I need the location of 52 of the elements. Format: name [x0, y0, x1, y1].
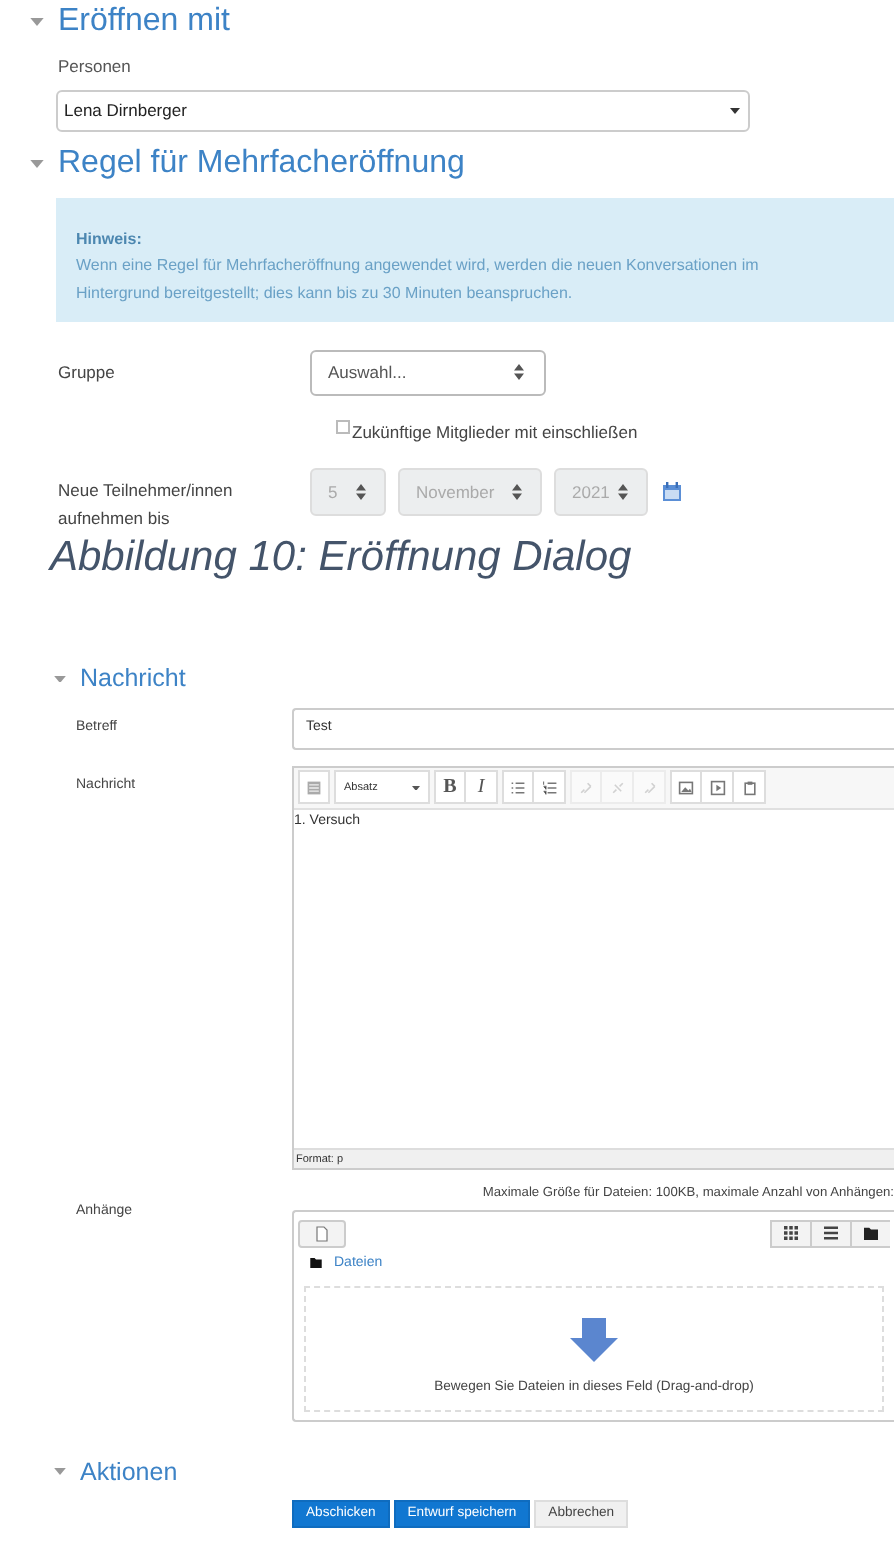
checkbox[interactable]	[336, 419, 350, 434]
link-icon	[641, 779, 657, 796]
figure-caption: Abbildung 10: Eröffnung Dialog	[46, 536, 634, 579]
link-icon	[578, 779, 594, 796]
toolbar-button[interactable]	[502, 770, 534, 805]
calendar-icon[interactable]	[662, 482, 682, 503]
folder-icon	[310, 1258, 322, 1269]
toolbar-button[interactable]	[298, 770, 330, 805]
person-select[interactable]: Lena Dirnberger	[56, 89, 750, 131]
collapse-icon[interactable]	[30, 18, 44, 26]
collapse-icon[interactable]	[54, 1468, 66, 1476]
notice-title: Hinweis:	[76, 227, 144, 251]
collapse-icon[interactable]	[54, 675, 66, 683]
file-icon	[316, 1225, 328, 1242]
toolbar-button[interactable]	[670, 770, 702, 805]
clipboard-icon	[741, 779, 757, 796]
numbered-list-icon	[541, 779, 557, 796]
list-view-button[interactable]	[810, 1219, 850, 1248]
list-icon	[824, 1226, 838, 1241]
toolbar-button[interactable]: I	[466, 770, 498, 805]
down-arrow-icon	[570, 1317, 618, 1362]
checkbox-label: Zukünftige Mitglieder mit einschließen	[352, 419, 638, 445]
section-heading[interactable]: Nachricht	[80, 666, 186, 692]
field-label: Personen	[58, 58, 133, 75]
group-select[interactable]: Auswahl...	[310, 349, 546, 395]
toolbar-button[interactable]: B	[434, 770, 466, 805]
section-heading[interactable]: Regel für Mehrfacheröffnung	[58, 147, 465, 179]
bullet-list-icon	[510, 779, 526, 796]
broken-link-icon	[609, 779, 625, 796]
sort-arrows-icon	[356, 484, 366, 501]
collapse-icon[interactable]	[30, 159, 44, 167]
notice-text: Wenn eine Regel für Mehrfacheröffnung angewendet wird, werden die neuen Konversationen im Hintergrund bereitgestellt; dies kann bis zu 30 Minuten beanspruchen.	[76, 253, 761, 306]
play-icon	[709, 779, 725, 796]
add-file-button[interactable]	[298, 1219, 346, 1248]
toolbar-button[interactable]	[734, 770, 766, 805]
section-heading[interactable]: Eröffnen mit	[58, 6, 230, 38]
field-label: Gruppe	[56, 359, 117, 385]
folder-icon	[864, 1226, 878, 1241]
caret-icon	[412, 785, 420, 790]
sort-arrows-icon	[618, 484, 628, 501]
section-heading[interactable]: Aktionen	[80, 1459, 178, 1485]
toolbar-toggle-icon	[306, 779, 322, 796]
folder-view-button[interactable]	[850, 1219, 890, 1248]
grid-view-button[interactable]	[770, 1219, 810, 1248]
sort-arrows-icon	[514, 364, 524, 380]
field-label: Neue Teilnehmer/innen aufnehmen bis	[56, 478, 235, 533]
toolbar-button[interactable]	[534, 770, 566, 805]
caret-icon	[730, 107, 740, 113]
sort-arrows-icon	[512, 484, 522, 501]
toolbar-button[interactable]	[702, 770, 734, 805]
image-icon	[678, 779, 694, 796]
grid-icon	[784, 1226, 798, 1241]
